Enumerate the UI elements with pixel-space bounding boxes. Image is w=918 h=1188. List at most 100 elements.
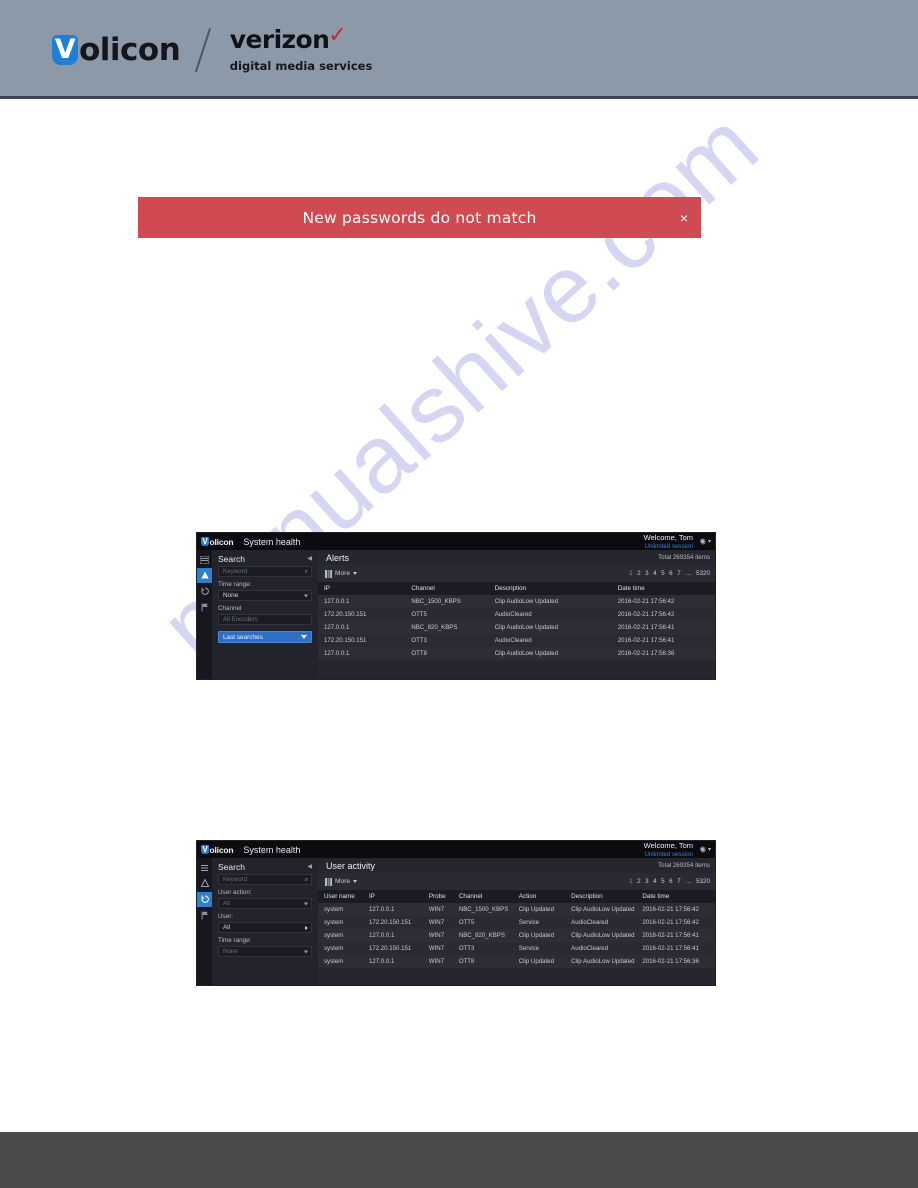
welcome-text: Welcome, Tom xyxy=(643,841,693,850)
collapse-left-icon[interactable]: ◀ xyxy=(307,555,312,562)
rail-item-user-activity[interactable] xyxy=(197,892,212,907)
more-button[interactable]: More xyxy=(325,569,358,578)
page-link[interactable]: 4 xyxy=(653,570,657,577)
column-header-datetime[interactable]: Date time xyxy=(611,582,715,595)
menu-icon xyxy=(201,864,208,871)
chevron-down-icon xyxy=(353,572,358,575)
rail-item-flags[interactable] xyxy=(197,600,212,615)
screenshot-alerts: Volicon System health Welcome, Tom Unlim… xyxy=(197,533,715,679)
user-dropdown[interactable]: All xyxy=(218,922,312,933)
settings-menu[interactable]: ▾ xyxy=(698,537,711,546)
screenshot-user-activity: Volicon System health Welcome, Tom Unlim… xyxy=(197,841,715,985)
page-link[interactable]: 3 xyxy=(645,570,649,577)
channel-input[interactable]: All Encoders xyxy=(218,614,312,625)
keyword-input[interactable]: Keyword ⌕ xyxy=(218,566,312,577)
verizon-logo: verizon✓ digital media services xyxy=(230,25,373,74)
page-link[interactable]: 1 xyxy=(629,570,633,577)
gear-icon[interactable] xyxy=(698,845,707,854)
cell-description: Clip AudioLow Updated xyxy=(494,650,559,657)
rail-item-flags[interactable] xyxy=(197,908,212,923)
cell-channel: OTT8 xyxy=(411,650,427,657)
time-range-dropdown[interactable]: None xyxy=(218,590,312,601)
cell-probe: WIN7 xyxy=(428,919,445,926)
app-volicon-logo: Volicon xyxy=(201,845,234,855)
column-header-description[interactable]: Description xyxy=(565,890,637,903)
cell-channel: OTT8 xyxy=(458,958,475,965)
cell-channel: NBC_1500_KBPS xyxy=(411,598,461,605)
table-row[interactable]: system 127.0.0.1 WIN7 NBC_1500_KBPS Clip… xyxy=(318,903,715,916)
keyword-input[interactable]: Keyword ⌕ xyxy=(218,874,312,885)
table-row[interactable]: 172.20.150.151 OTT3 AudioCleared 2016-02… xyxy=(318,634,715,647)
rail-item-menu[interactable] xyxy=(197,552,212,567)
app-volicon-v-mark: V xyxy=(201,536,209,546)
settings-menu[interactable]: ▾ xyxy=(698,845,711,854)
total-items-count: Total 269354 items xyxy=(658,862,710,869)
page-link[interactable]: 1 xyxy=(629,878,633,885)
cell-datetime: 2016-02-21 17:56:42 xyxy=(617,598,675,605)
page-link[interactable]: 5 xyxy=(661,878,665,885)
page-link[interactable]: 4 xyxy=(653,878,657,885)
page-link[interactable]: 6 xyxy=(669,570,673,577)
table-row[interactable]: 127.0.0.1 NBC_1500_KBPS Clip AudioLow Up… xyxy=(318,595,715,608)
column-header-username[interactable]: User name xyxy=(318,890,363,903)
table-row[interactable]: system 172.20.150.151 WIN7 OTT5 Service … xyxy=(318,916,715,929)
user-action-value: All xyxy=(223,900,230,907)
column-header-channel[interactable]: Channel xyxy=(405,582,489,595)
flag-icon xyxy=(201,911,208,920)
search-icon[interactable]: ⌕ xyxy=(305,877,308,883)
page-link[interactable]: 7 xyxy=(677,878,681,885)
user-activity-table: User name IP Probe Channel Action Descri… xyxy=(318,890,715,968)
content-toolbar: More 1 2 3 4 5 6 7 … 5320 xyxy=(318,873,715,890)
column-header-channel[interactable]: Channel xyxy=(452,890,513,903)
brand-divider xyxy=(195,27,211,73)
rail-item-menu[interactable] xyxy=(197,860,212,875)
column-header-ip[interactable]: IP xyxy=(362,890,423,903)
page-link[interactable]: 6 xyxy=(669,878,673,885)
cell-description: Clip AudioLow Updated xyxy=(571,958,635,965)
table-row[interactable]: system 172.20.150.151 WIN7 OTT3 Service … xyxy=(318,942,715,955)
table-row[interactable]: 172.20.150.151 OTT5 AudioCleared 2016-02… xyxy=(318,608,715,621)
table-row[interactable]: 127.0.0.1 OTT8 Clip AudioLow Updated 201… xyxy=(318,647,715,660)
column-header-ip[interactable]: IP xyxy=(318,582,406,595)
last-searches-dropdown[interactable]: Last searches xyxy=(218,631,312,643)
search-icon[interactable]: ⌕ xyxy=(305,569,308,575)
user-info[interactable]: Welcome, Tom Unlimited session xyxy=(644,533,693,550)
search-panel-title: Search xyxy=(218,553,245,564)
page-link[interactable]: 2 xyxy=(637,570,641,577)
search-panel: Search ◀ Keyword ⌕ User action: All User… xyxy=(212,858,318,985)
page-link-last[interactable]: 5320 xyxy=(696,570,710,577)
cell-datetime: 2016-02-21 17:56:42 xyxy=(617,611,675,618)
page-link-last[interactable]: 5320 xyxy=(696,878,710,885)
cell-description: AudioCleared xyxy=(494,611,532,618)
cell-channel: OTT3 xyxy=(411,637,427,644)
more-button[interactable]: More xyxy=(325,877,358,886)
pagination[interactable]: 1 2 3 4 5 6 7 … 5320 xyxy=(629,570,710,577)
pagination[interactable]: 1 2 3 4 5 6 7 … 5320 xyxy=(629,878,710,885)
chevron-down-icon[interactable]: ▾ xyxy=(708,847,711,853)
page-link[interactable]: 3 xyxy=(645,878,649,885)
page-link[interactable]: 5 xyxy=(661,570,665,577)
gear-icon[interactable] xyxy=(698,537,707,546)
column-header-datetime[interactable]: Date time xyxy=(636,890,715,903)
time-range-dropdown[interactable]: None xyxy=(218,946,312,957)
cell-ip: 127.0.0.1 xyxy=(324,598,350,605)
user-action-dropdown[interactable]: All xyxy=(218,898,312,909)
rail-item-alerts[interactable] xyxy=(197,568,212,583)
column-header-description[interactable]: Description xyxy=(488,582,612,595)
page-ellipsis: … xyxy=(685,878,692,885)
rail-item-user-activity[interactable] xyxy=(197,584,212,599)
page-link[interactable]: 7 xyxy=(677,570,681,577)
column-header-action[interactable]: Action xyxy=(512,890,566,903)
flag-icon xyxy=(201,603,208,612)
user-info[interactable]: Welcome, Tom Unlimited session xyxy=(643,841,693,858)
rail-item-alerts[interactable] xyxy=(197,876,212,891)
table-row[interactable]: system 127.0.0.1 WIN7 OTT8 Clip Updated … xyxy=(318,955,715,968)
chevron-down-icon[interactable]: ▾ xyxy=(708,539,711,545)
table-row[interactable]: system 127.0.0.1 WIN7 NBC_820_KBPS Clip … xyxy=(318,929,715,942)
table-row[interactable]: 127.0.0.1 NBC_820_KBPS Clip AudioLow Upd… xyxy=(318,621,715,634)
volicon-v-mark: V xyxy=(52,35,78,65)
close-icon[interactable]: × xyxy=(680,211,688,225)
column-header-probe[interactable]: Probe xyxy=(422,890,453,903)
collapse-left-icon[interactable]: ◀ xyxy=(307,863,312,870)
page-link[interactable]: 2 xyxy=(637,878,641,885)
